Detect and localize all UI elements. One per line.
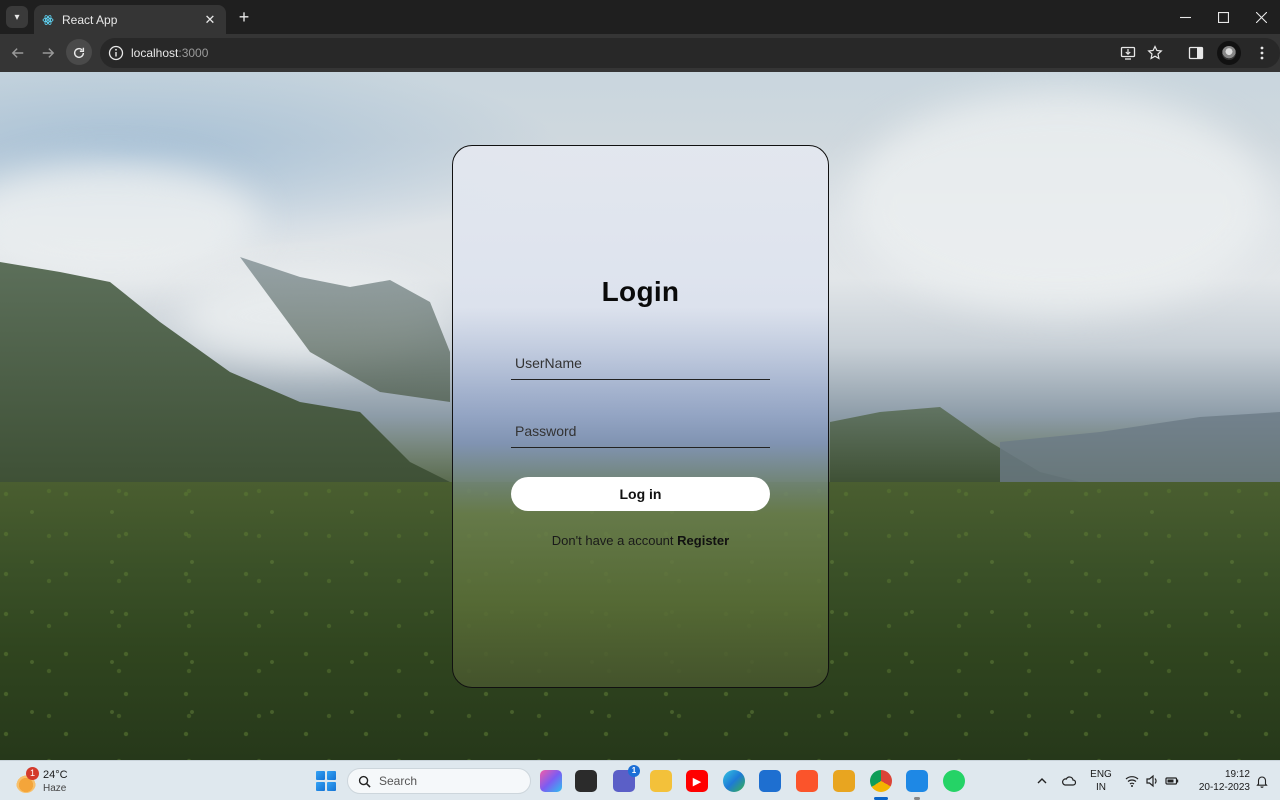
username-input[interactable] <box>511 346 770 379</box>
search-icon <box>358 775 371 788</box>
windows-taskbar: 1 24°C Haze Search 1 ▶ ENG IN 19:12 20-1… <box>0 760 1280 800</box>
file-explorer-icon[interactable] <box>650 770 672 792</box>
close-window-icon[interactable] <box>1242 0 1280 34</box>
minimize-icon[interactable] <box>1166 0 1204 34</box>
profile-avatar[interactable] <box>1217 41 1241 65</box>
tab-react-app[interactable]: React App ✕ <box>34 5 226 34</box>
maximize-icon[interactable] <box>1204 0 1242 34</box>
taskbar-search-box[interactable]: Search <box>347 768 531 794</box>
vscode-icon[interactable] <box>906 770 928 792</box>
battery-icon[interactable] <box>1164 773 1180 789</box>
task-view-icon[interactable] <box>575 770 597 792</box>
brave-browser-icon[interactable] <box>796 770 818 792</box>
password-input[interactable] <box>511 414 770 447</box>
region-code: IN <box>1096 782 1106 793</box>
url-text[interactable]: localhost:3000 <box>131 46 208 60</box>
tab-title: React App <box>62 12 118 27</box>
edge-browser-icon[interactable] <box>723 770 745 792</box>
tray-overflow-chevron-icon[interactable] <box>1034 773 1050 789</box>
weather-widget[interactable]: 1 24°C Haze <box>16 767 96 797</box>
weather-notification-badge: 1 <box>26 767 39 780</box>
new-tab-plus-icon[interactable]: + <box>234 7 254 27</box>
site-info-icon[interactable] <box>108 45 124 61</box>
url-host: localhost <box>131 46 179 60</box>
reload-icon[interactable] <box>68 42 90 64</box>
wifi-icon[interactable] <box>1124 773 1140 789</box>
password-field-wrapper <box>511 414 770 448</box>
chrome-browser-icon[interactable] <box>870 770 892 792</box>
teams-badge: 1 <box>628 765 640 777</box>
install-app-icon[interactable] <box>1120 45 1136 61</box>
youtube-icon[interactable]: ▶ <box>686 770 708 792</box>
register-prompt-text: Don't have a account <box>551 533 674 548</box>
microsoft-store-icon[interactable] <box>759 770 781 792</box>
language-code: ENG <box>1090 769 1112 780</box>
whatsapp-icon[interactable] <box>943 770 965 792</box>
teams-chat-icon[interactable]: 1 <box>613 765 640 792</box>
weather-temperature: 24°C <box>43 769 68 781</box>
side-panel-icon[interactable] <box>1188 45 1204 61</box>
more-menu-icon[interactable] <box>1254 45 1270 61</box>
login-card: Login Log in Don't have a account Regist… <box>452 145 829 688</box>
search-placeholder: Search <box>379 774 418 788</box>
language-indicator[interactable]: ENG IN <box>1089 768 1113 794</box>
url-port: :3000 <box>178 46 209 60</box>
onedrive-cloud-icon[interactable] <box>1061 773 1077 789</box>
tab-search-chevron-icon[interactable]: ▾ <box>6 6 28 28</box>
react-favicon-icon <box>42 14 54 25</box>
clock-date: 20-12-2023 <box>1198 782 1250 793</box>
copilot-icon[interactable] <box>540 770 562 792</box>
bookmark-star-icon[interactable] <box>1147 45 1163 61</box>
avatar-image <box>1222 46 1236 60</box>
register-link[interactable]: Register <box>677 533 729 548</box>
register-prompt-line: Don't have a account Register <box>453 533 828 548</box>
windows-start-icon[interactable] <box>316 771 336 791</box>
tab-close-icon[interactable]: ✕ <box>202 12 218 28</box>
clock-time: 19:12 <box>1224 769 1250 780</box>
notification-bell-icon[interactable] <box>1254 773 1270 789</box>
login-button[interactable]: Log in <box>511 477 770 511</box>
back-arrow-icon[interactable] <box>7 42 29 64</box>
forward-arrow-icon[interactable] <box>37 42 59 64</box>
browser-tab-strip: ▾ React App ✕ + <box>0 0 1280 34</box>
login-title: Login <box>601 276 680 307</box>
username-field-wrapper <box>511 346 770 380</box>
page-viewport: Login Log in Don't have a account Regist… <box>0 72 1280 760</box>
weather-description: Haze <box>43 783 67 794</box>
system-clock[interactable]: 19:12 20-12-2023 <box>1186 768 1250 794</box>
app-shortcut-icon[interactable] <box>833 770 855 792</box>
address-bar[interactable]: localhost:3000 <box>100 38 1280 68</box>
volume-icon[interactable] <box>1144 773 1160 789</box>
browser-toolbar: localhost:3000 <box>0 34 1280 72</box>
